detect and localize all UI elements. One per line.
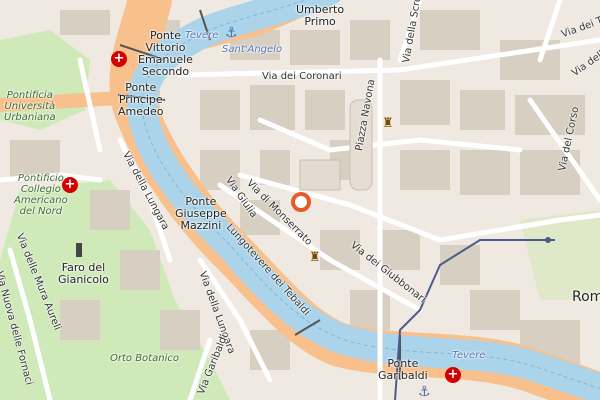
label-orto-botanico: Orto Botanico	[110, 353, 179, 364]
tram-stop	[545, 237, 551, 243]
map-canvas[interactable]: + + + ⚓ ⚓ ♜ ♜ Umberto Primo Tevere Sant'…	[0, 0, 600, 400]
hospital-icon[interactable]: +	[445, 367, 461, 383]
label-ponte-principe: Ponte Principe Amedeo	[118, 81, 164, 118]
label-ponte-garibaldi: Ponte Garibaldi	[378, 357, 428, 382]
label-tevere-south: Tevere	[452, 350, 486, 361]
label-ponte-vittorio: Ponte Vittorio Emanuele Secondo	[138, 29, 193, 78]
label-ponte-giuseppe-mazzini: Ponte Giuseppe Mazzini	[175, 195, 227, 232]
label-faro-gianicolo: Faro del Gianicolo	[58, 261, 109, 286]
label-roma: Rom	[572, 289, 600, 305]
location-marker-icon[interactable]	[291, 192, 311, 212]
museum-icon: ♜	[309, 250, 321, 265]
campo-de-fiori-area	[299, 159, 341, 191]
label-umberto-primo: Umberto Primo	[296, 3, 345, 28]
anchor-icon: ⚓	[225, 25, 238, 41]
label-via-dei-coronari: Via dei Coronari	[262, 71, 342, 82]
label-pontificio-collegio: Pontificio Collegio Americano del Nord	[14, 173, 68, 217]
hospital-icon[interactable]: +	[111, 51, 127, 67]
anchor-icon: ⚓	[418, 384, 431, 400]
museum-icon: ♜	[382, 116, 394, 131]
label-sant-angelo: Sant'Angelo	[222, 44, 283, 55]
label-pontificia-urbaniana: Pontificia Università Urbaniana	[4, 90, 56, 123]
lighthouse-icon	[76, 243, 82, 257]
